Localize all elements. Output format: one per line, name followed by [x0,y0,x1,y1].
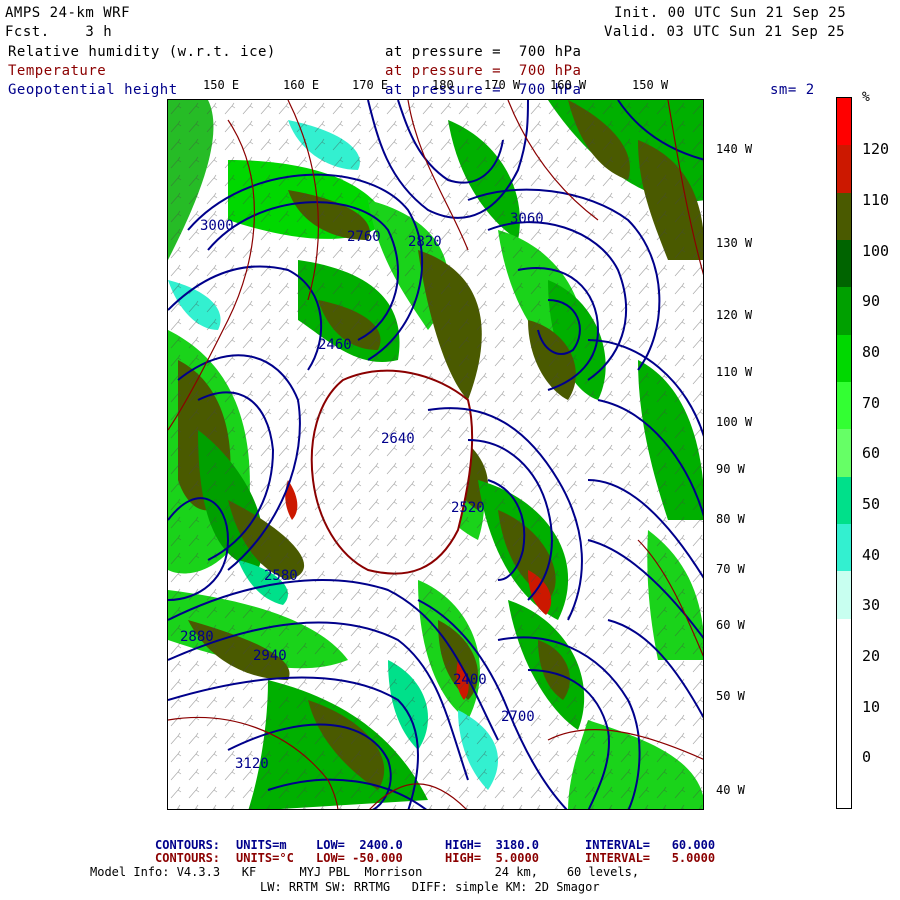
colorbar-label: 100 [862,242,890,260]
colorbar-segment [837,287,851,336]
map-field: 2640 2520 2580 2760 2700 2880 2940 3000 … [168,100,703,809]
map-panel: 2640 2520 2580 2760 2700 2880 2940 3000 … [167,99,704,810]
colorbar-segment [837,618,851,667]
colorbar-segment [837,524,851,572]
height-label: 2520 [451,500,485,516]
colorbar-label: 90 [862,292,881,310]
colorbar-segment [837,476,851,525]
contour2-interval: INTERVAL= 5.0000 [585,851,716,865]
colorbar [836,97,852,809]
lon-label: 160 W [550,78,587,92]
lat-label: 110 W [716,365,753,379]
colorbar-segment [837,666,851,714]
lon-label: 150 E [203,78,240,92]
height-label: 2880 [180,629,214,645]
valid-time: Valid. 03 UTC Sun 21 Sep 25 [604,24,846,40]
colorbar-segment [837,145,851,194]
lat-label: 140 W [716,142,753,156]
lat-label: 80 W [716,512,745,526]
colorbar-segment [837,760,851,809]
colorbar-label: 10 [862,698,881,716]
height-label: 3060 [510,211,544,227]
geo-field-label: Geopotential height [8,82,178,98]
height-label: 3120 [235,756,269,772]
lon-label: 170 W [484,78,521,92]
lon-label: 180 [432,78,454,92]
rh-pressure-label: at pressure = 700 hPa [385,44,582,60]
temp-pressure-label: at pressure = 700 hPa [385,63,582,79]
forecast-hour: Fcst. 3 h [5,24,113,40]
wind-barbs [168,100,703,809]
colorbar-label: 110 [862,191,890,209]
height-label: 2400 [453,672,487,688]
init-time: Init. 00 UTC Sun 21 Sep 25 [614,5,847,21]
colorbar-label: 70 [862,394,881,412]
lat-label: 70 W [716,562,745,576]
contour2-high: HIGH= 5.0000 [445,851,539,865]
lon-label: 170 E [352,78,389,92]
lat-label: 100 W [716,415,753,429]
colorbar-label: 60 [862,444,881,462]
height-label: 2820 [408,234,442,250]
temp-field-label: Temperature [8,63,107,79]
height-label: 2580 [264,568,298,584]
contour2-label: CONTOURS: [155,851,221,865]
height-label: 2760 [347,229,381,245]
colorbar-label: 50 [862,495,881,513]
colorbar-unit: % [862,90,871,105]
colorbar-label: 40 [862,546,881,564]
rh-field-label: Relative humidity (w.r.t. ice) [8,44,276,60]
lat-label: 120 W [716,308,753,322]
model-info-physics: LW: RRTM SW: RRTMG DIFF: simple KM: 2D S… [260,880,600,894]
lon-label: 160 E [283,78,320,92]
colorbar-segment [837,571,851,620]
height-label: 2940 [253,648,287,664]
colorbar-label: 80 [862,343,881,361]
smoothing-label: sm= 2 [770,82,815,98]
colorbar-segment [837,192,851,241]
colorbar-segment [837,713,851,762]
model-info: Model Info: V4.3.3 KF MYJ PBL Morrison 2… [90,865,640,879]
lat-label: 60 W [716,618,745,632]
colorbar-label: 120 [862,140,890,158]
height-label: 2700 [501,709,535,725]
height-label: 2640 [381,431,415,447]
height-label: 3000 [200,218,234,234]
contour2-low: LOW= -50.000 [316,851,403,865]
colorbar-segment [837,98,851,146]
lat-label: 130 W [716,236,753,250]
colorbar-segment [837,382,851,430]
lat-label: 50 W [716,689,745,703]
model-title: AMPS 24-km WRF [5,5,131,21]
height-label: 2460 [318,337,352,353]
colorbar-segment [837,240,851,288]
colorbar-label: 30 [862,596,881,614]
colorbar-segment [837,429,851,478]
colorbar-label: 20 [862,647,881,665]
lat-label: 40 W [716,783,745,797]
colorbar-label: 0 [862,748,872,766]
lon-label: 150 W [632,78,669,92]
lat-label: 90 W [716,462,745,476]
contour2-units: UNITS=°C [236,851,294,865]
colorbar-segment [837,334,851,383]
